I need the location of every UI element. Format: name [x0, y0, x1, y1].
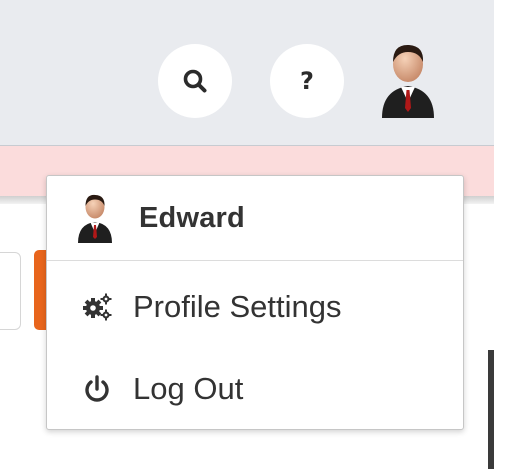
user-avatar-icon[interactable] [376, 40, 440, 120]
profile-settings-label: Profile Settings [133, 289, 342, 324]
page-edge [494, 0, 506, 469]
search-button[interactable] [158, 44, 232, 118]
menu-user-header: Edward [47, 176, 463, 261]
profile-settings-item[interactable]: Profile Settings [47, 267, 463, 347]
cogs-icon [83, 293, 112, 321]
log-out-item[interactable]: Log Out [47, 349, 463, 429]
menu-username: Edward [139, 202, 245, 234]
user-dropdown-menu: Edward Profile Settings Log Out [46, 175, 464, 430]
background-input-edge [0, 252, 21, 330]
background-scrollbar [488, 350, 494, 469]
log-out-label: Log Out [133, 371, 244, 406]
user-avatar-icon [78, 194, 112, 243]
search-icon [183, 69, 207, 93]
help-label: ? [300, 67, 314, 95]
app-screen: ? Edward Profile Settings Log Out [0, 0, 506, 469]
power-icon [85, 375, 109, 402]
help-button[interactable]: ? [270, 44, 344, 118]
